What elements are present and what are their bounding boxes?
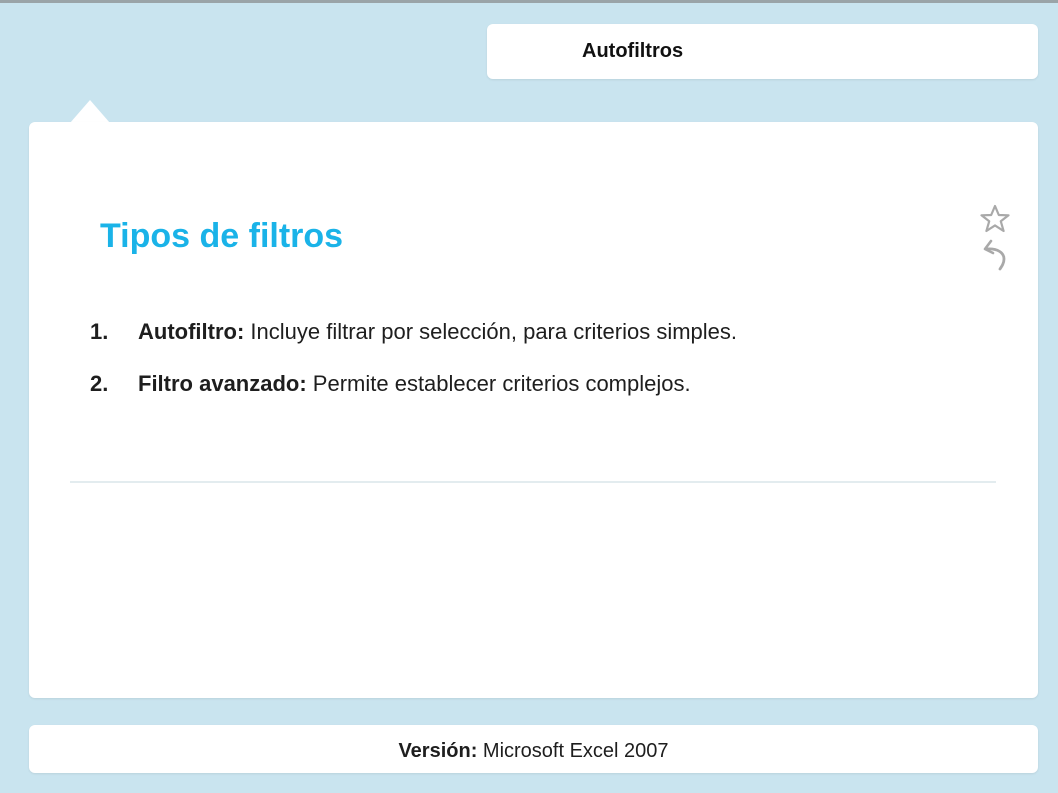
list-description: Incluye filtrar por selección, para crit… <box>244 319 738 344</box>
list-number: 1. <box>90 319 109 344</box>
list-term: Autofiltro: <box>138 319 245 344</box>
card-pointer <box>70 100 110 123</box>
list-term: Filtro avanzado: <box>138 371 307 396</box>
list-item: 1. Autofiltro: Incluye filtrar por selecc… <box>90 312 737 364</box>
header-tab: Autofiltros <box>487 24 1038 79</box>
section-divider <box>70 481 996 483</box>
version-label: Versión: <box>398 740 478 762</box>
header-title: Autofiltros <box>582 40 684 62</box>
list-item: 2. Filtro avanzado: Permite establecer cr… <box>90 364 737 416</box>
back-arrow-icon[interactable] <box>982 238 1008 272</box>
list-number: 2. <box>90 371 109 396</box>
slide-title: Tipos de filtros <box>100 217 344 255</box>
top-border <box>0 0 1058 3</box>
filter-types-list: 1. Autofiltro: Incluye filtrar por selecc… <box>90 312 737 416</box>
star-icon[interactable] <box>980 204 1010 234</box>
list-description: Permite establecer criterios complejos. <box>306 371 691 396</box>
footer-bar: Versión: Microsoft Excel 2007 <box>29 725 1038 773</box>
version-value: Microsoft Excel 2007 <box>477 740 669 762</box>
